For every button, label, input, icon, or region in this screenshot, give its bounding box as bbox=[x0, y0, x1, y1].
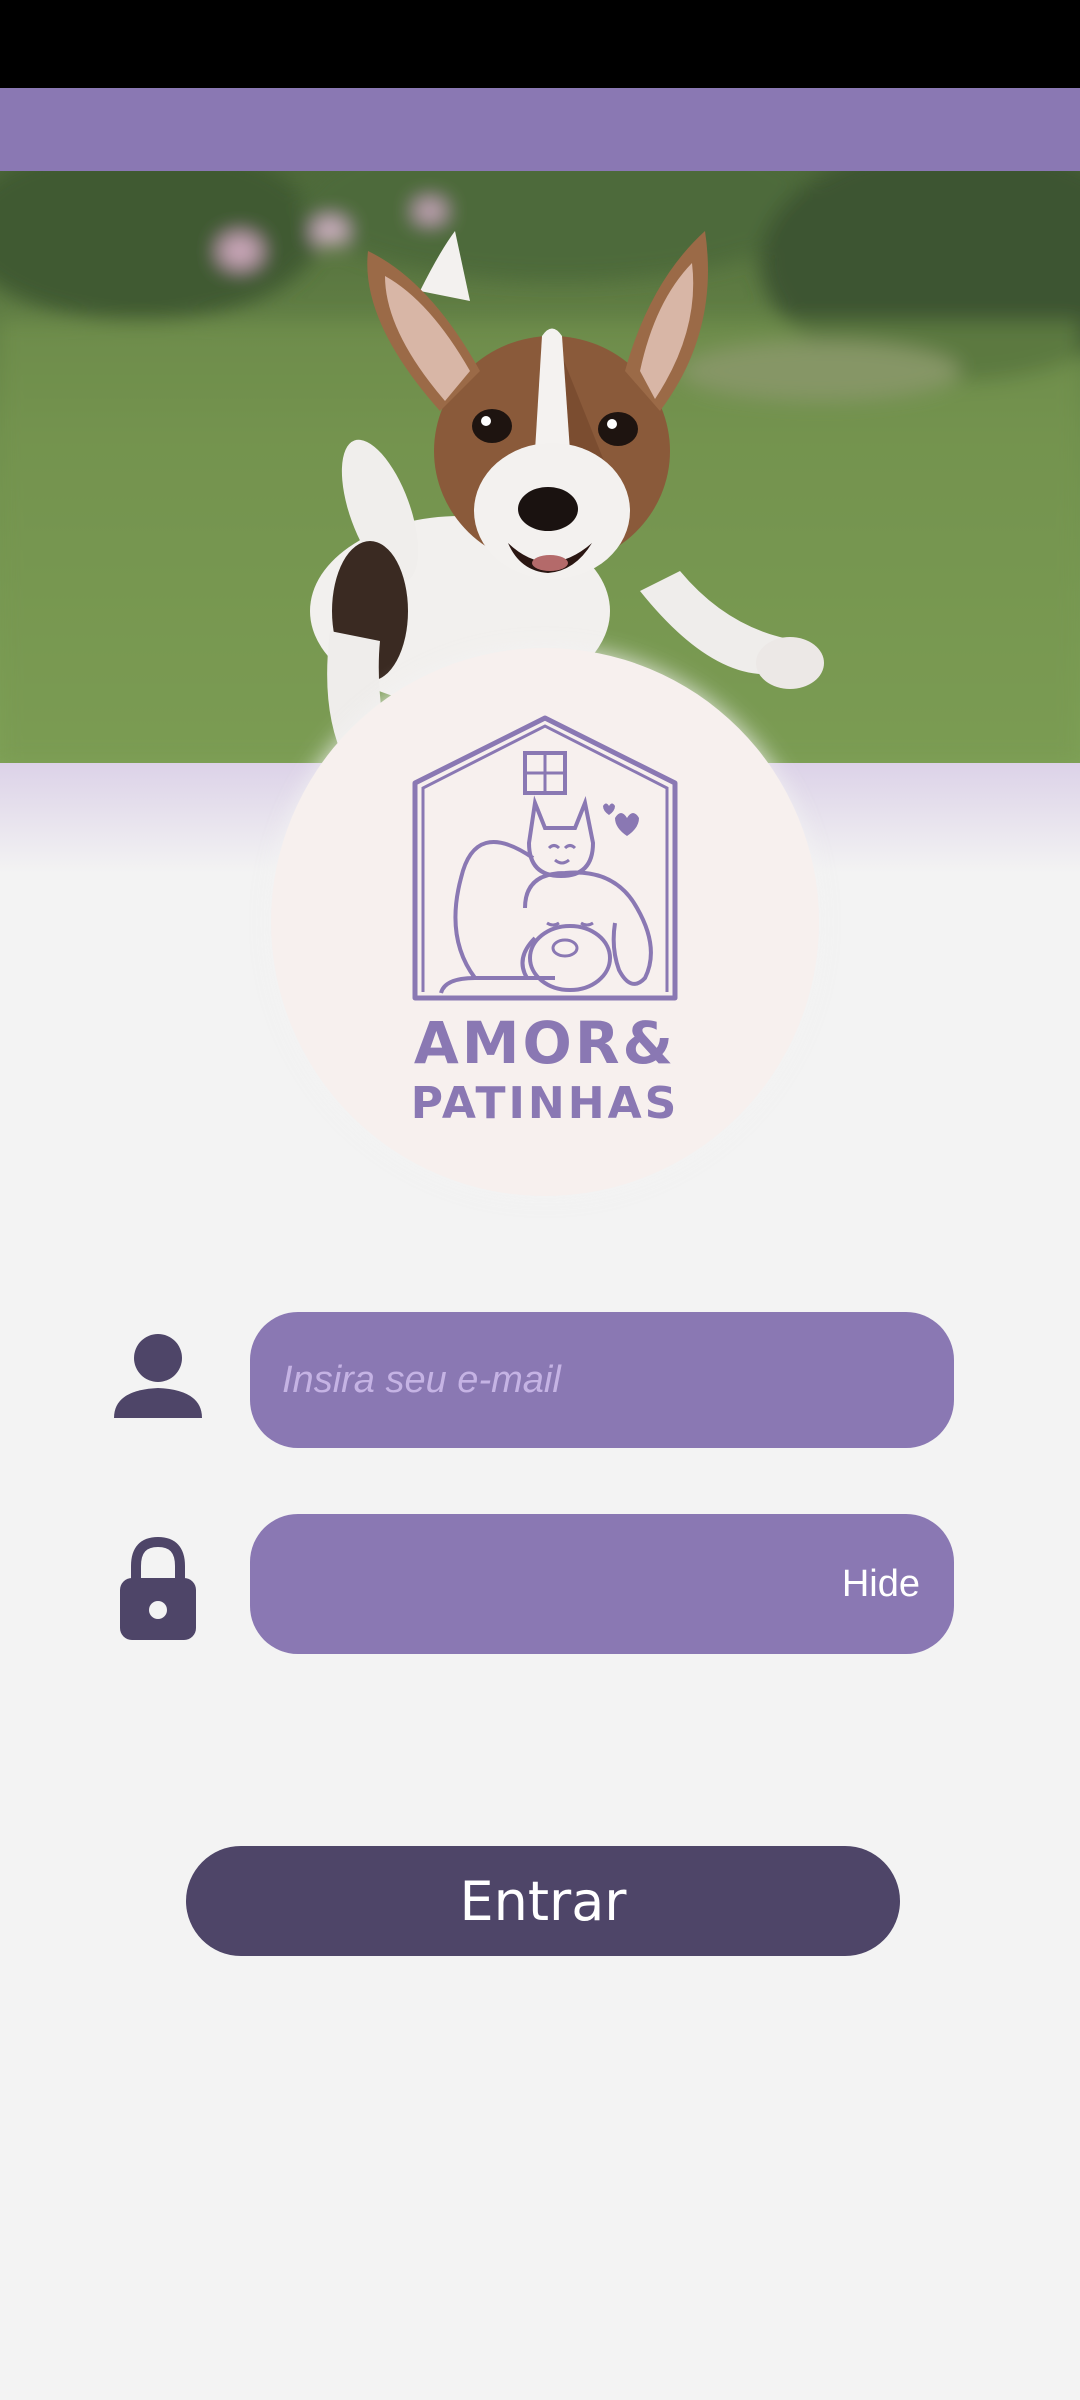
email-field-container[interactable] bbox=[250, 1312, 954, 1448]
enter-button[interactable]: Entrar bbox=[186, 1846, 900, 1956]
password-input[interactable] bbox=[250, 1514, 842, 1654]
password-field-container[interactable]: Hide bbox=[250, 1514, 954, 1654]
brand-name-line2: PATINHAS bbox=[411, 1078, 680, 1128]
person-icon bbox=[114, 1334, 202, 1418]
status-bar bbox=[0, 0, 1080, 88]
login-screen: AMOR& PATINHAS Hide Entrar bbox=[0, 0, 1080, 2400]
brand-logo: AMOR& PATINHAS bbox=[411, 715, 680, 1128]
brand-name-line1: AMOR& bbox=[414, 1009, 676, 1077]
email-input[interactable] bbox=[250, 1312, 954, 1448]
hide-password-toggle[interactable]: Hide bbox=[842, 1563, 920, 1606]
lock-icon bbox=[120, 1536, 196, 1640]
app-bar bbox=[0, 88, 1080, 171]
